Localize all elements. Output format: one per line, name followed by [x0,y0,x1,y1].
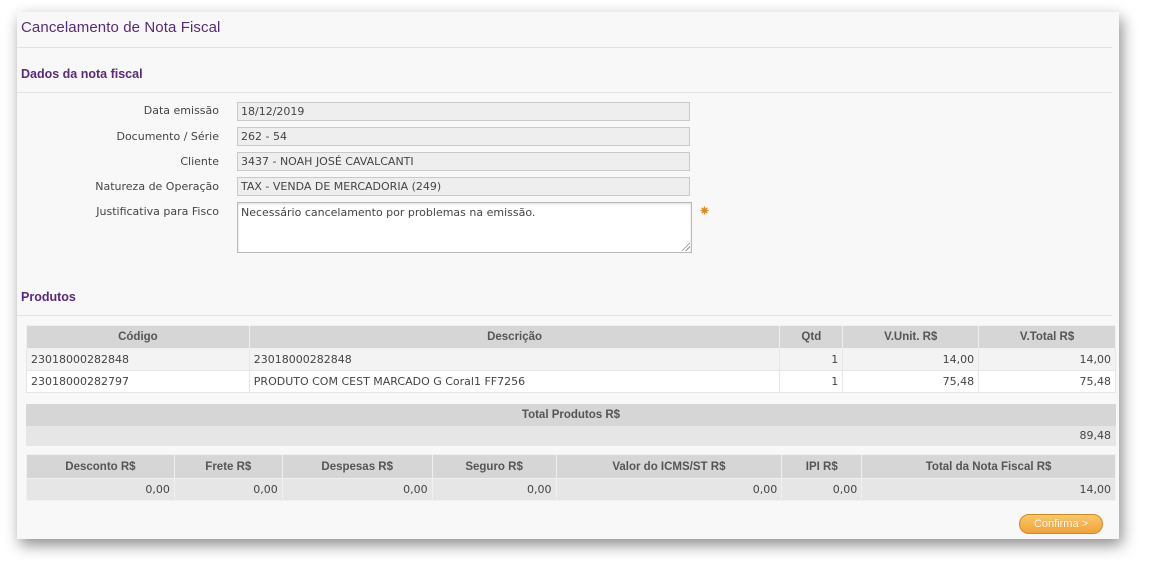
total-products-label: Total Produtos R$ [26,404,1116,426]
confirm-button[interactable]: Confirma > [1019,514,1103,534]
insurance-value: 0,00 [431,478,557,501]
product-description: 23018000282848 [248,348,781,371]
table-row: 0,00 0,00 0,00 0,00 0,00 0,00 14,00 [26,478,1116,501]
column-header: Desconto R$ [26,454,175,479]
justification-textarea[interactable]: Necessário cancelamento por problemas na… [237,202,692,253]
required-asterisk-icon [700,206,709,215]
expenses-value: 0,00 [281,478,433,501]
justification-label: Justificativa para Fisco [96,205,219,218]
divider [17,315,1112,316]
column-header: Valor do ICMS/ST R$ [555,454,783,479]
column-header: Código [26,325,250,349]
invoice-total-value: 14,00 [861,478,1116,501]
discount-value: 0,00 [26,478,175,501]
total-products-value: 89,48 [26,426,1116,446]
column-header: Qtd [779,325,844,349]
issue-date-label: Data emissão [143,104,219,117]
product-total: 75,48 [978,370,1116,393]
operation-nature-label: Natureza de Operação [95,180,219,193]
total-products-box: Total Produtos R$ 89,48 [26,404,1116,446]
divider [17,47,1112,48]
product-unit-price: 75,48 [842,370,980,393]
client-field: 3437 - NOAH JOSÉ CAVALCANTI [237,152,690,171]
product-code: 23018000282797 [26,370,250,393]
column-header: Total da Nota Fiscal R$ [861,454,1116,479]
product-code: 23018000282848 [26,348,250,371]
product-qty: 1 [779,348,844,371]
product-qty: 1 [779,370,844,393]
table-row: 23018000282797 PRODUTO COM CEST MARCADO … [26,370,1116,393]
table-row: 23018000282848 23018000282848 1 14,00 14… [26,348,1116,371]
cancel-invoice-panel: Cancelamento de Nota Fiscal Dados da not… [17,12,1119,539]
ipi-value: 0,00 [781,478,863,501]
column-header: Seguro R$ [431,454,557,479]
justification-text: Necessário cancelamento por problemas na… [241,206,536,219]
column-header: Descrição [248,325,781,349]
client-label: Cliente [180,155,219,168]
table-header-row: Código Descrição Qtd V.Unit. R$ V.Total … [26,325,1116,349]
document-series-field: 262 - 54 [237,127,690,146]
section-title-invoice: Dados da nota fiscal [21,67,143,81]
product-unit-price: 14,00 [842,348,980,371]
divider [17,92,1112,93]
freight-value: 0,00 [173,478,283,501]
column-header: IPI R$ [781,454,863,479]
issue-date-field: 18/12/2019 [237,102,690,121]
column-header: V.Unit. R$ [842,325,980,349]
document-series-label: Documento / Série [116,130,219,143]
icms-st-value: 0,00 [555,478,783,501]
section-title-products: Produtos [21,290,76,304]
product-total: 14,00 [978,348,1116,371]
column-header: Frete R$ [173,454,283,479]
products-table: Código Descrição Qtd V.Unit. R$ V.Total … [26,325,1116,393]
page-title: Cancelamento de Nota Fiscal [21,19,221,36]
resize-handle-icon[interactable] [682,243,690,251]
column-header: Despesas R$ [281,454,433,479]
column-header: V.Total R$ [978,325,1116,349]
invoice-summary-table: Desconto R$ Frete R$ Despesas R$ Seguro … [26,454,1116,501]
product-description: PRODUTO COM CEST MARCADO G Coral1 FF7256 [248,370,781,393]
operation-nature-field: TAX - VENDA DE MERCADORIA (249) [237,177,690,196]
table-header-row: Desconto R$ Frete R$ Despesas R$ Seguro … [26,454,1116,479]
